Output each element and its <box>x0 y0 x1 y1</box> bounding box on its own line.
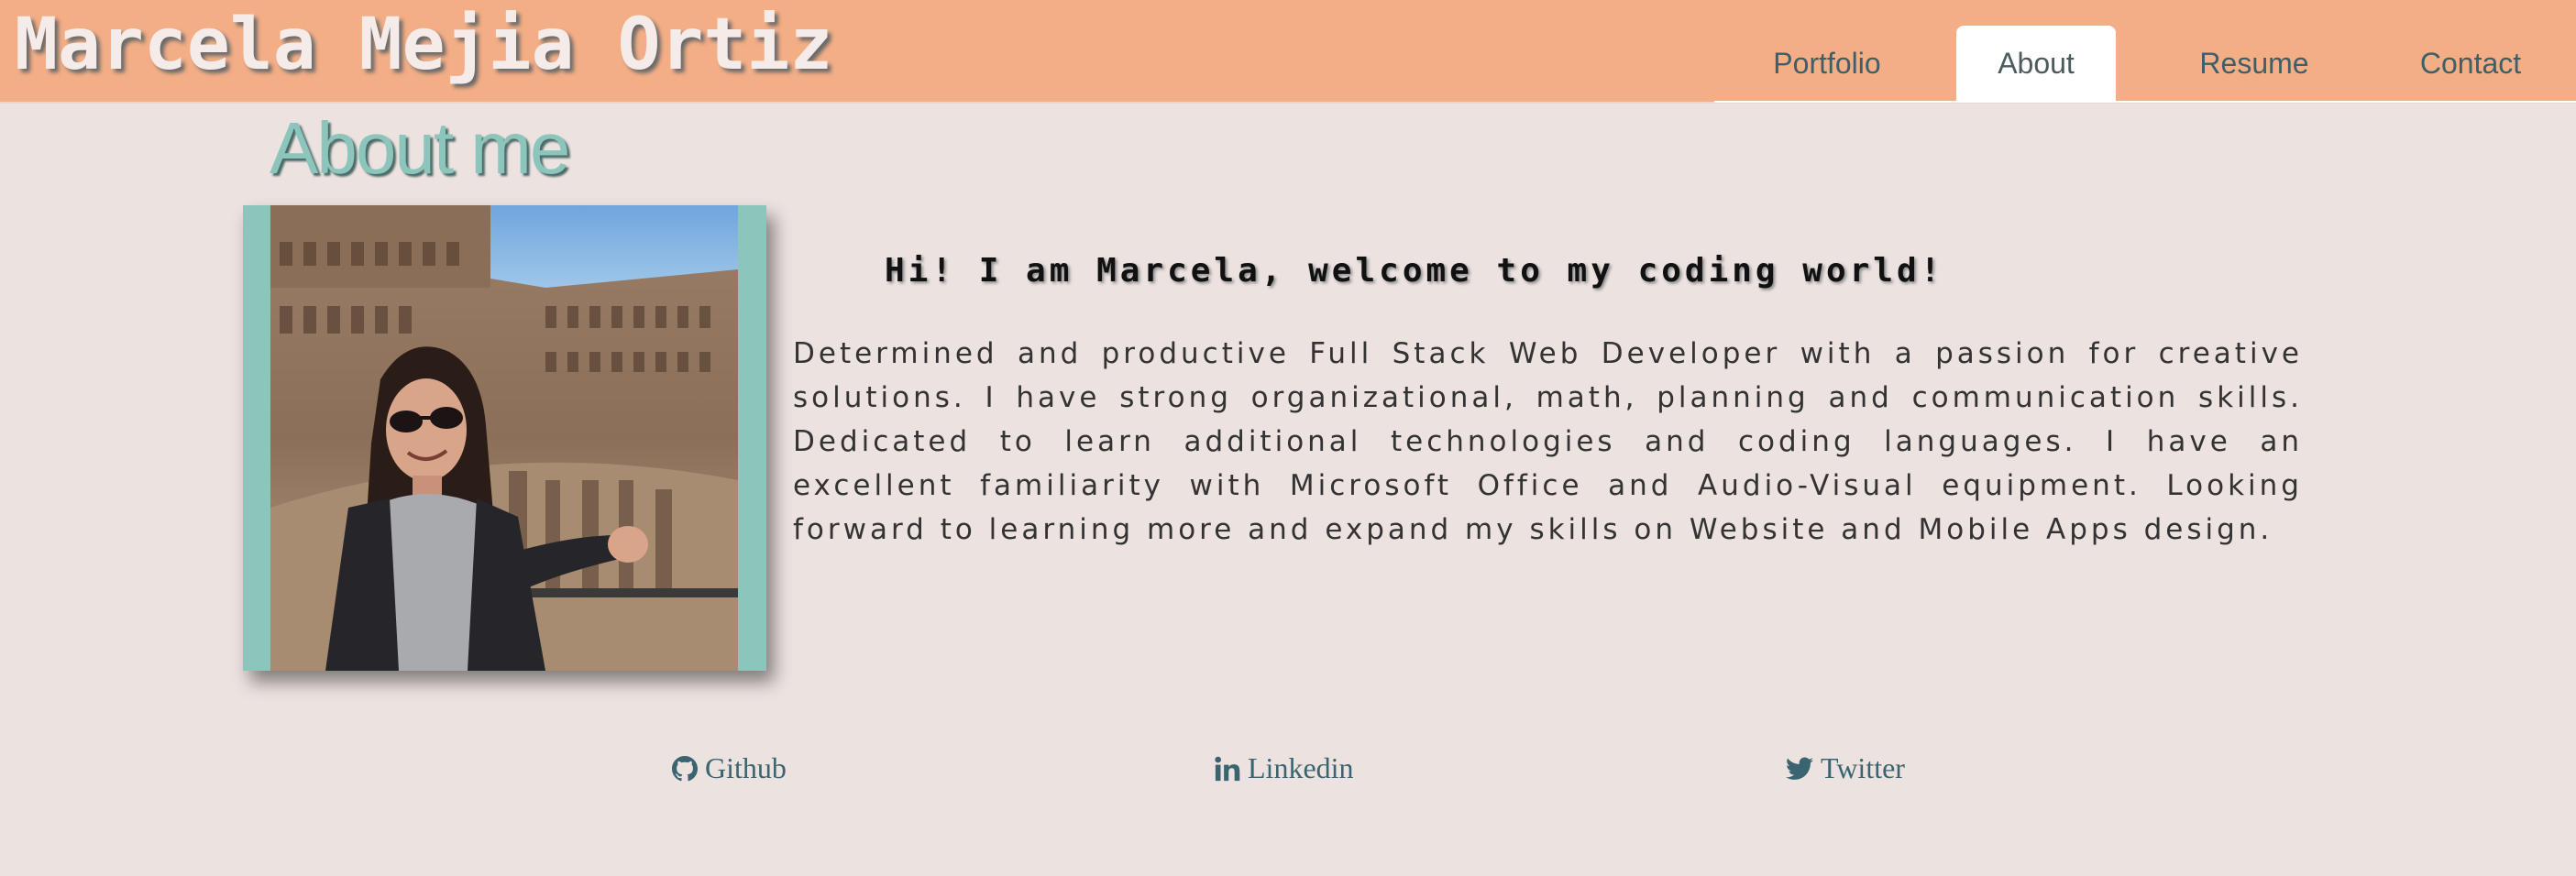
github-icon <box>672 755 698 781</box>
twitter-icon <box>1786 757 1813 780</box>
linkedin-label: Linkedin <box>1248 751 1354 784</box>
nav-tab-portfolio[interactable]: Portfolio <box>1742 26 1912 102</box>
nav-tab-resume[interactable]: Resume <box>2169 26 2339 102</box>
bio-paragraph: Determined and productive Full Stack Web… <box>793 337 2303 546</box>
linkedin-icon <box>1215 756 1240 781</box>
greeting-heading: Hi! I am Marcela, welcome to my coding w… <box>885 252 1944 290</box>
linkedin-link[interactable]: Linkedin <box>1215 751 1354 785</box>
about-heading: About me <box>270 107 570 189</box>
profile-photo <box>243 205 766 671</box>
site-title: Marcela Mejia Ortiz <box>15 4 833 86</box>
nav-tab-about[interactable]: About <box>1956 26 2116 102</box>
profile-photo-image <box>270 205 738 671</box>
nav-underline <box>1714 101 2576 103</box>
nav-tab-contact[interactable]: Contact <box>2383 26 2558 102</box>
github-label: Github <box>705 751 787 784</box>
github-link[interactable]: Github <box>672 751 787 785</box>
site-header: Marcela Mejia Ortiz Portfolio About Resu… <box>0 0 2576 104</box>
twitter-label: Twitter <box>1821 751 1905 784</box>
twitter-link[interactable]: Twitter <box>1786 751 1905 785</box>
